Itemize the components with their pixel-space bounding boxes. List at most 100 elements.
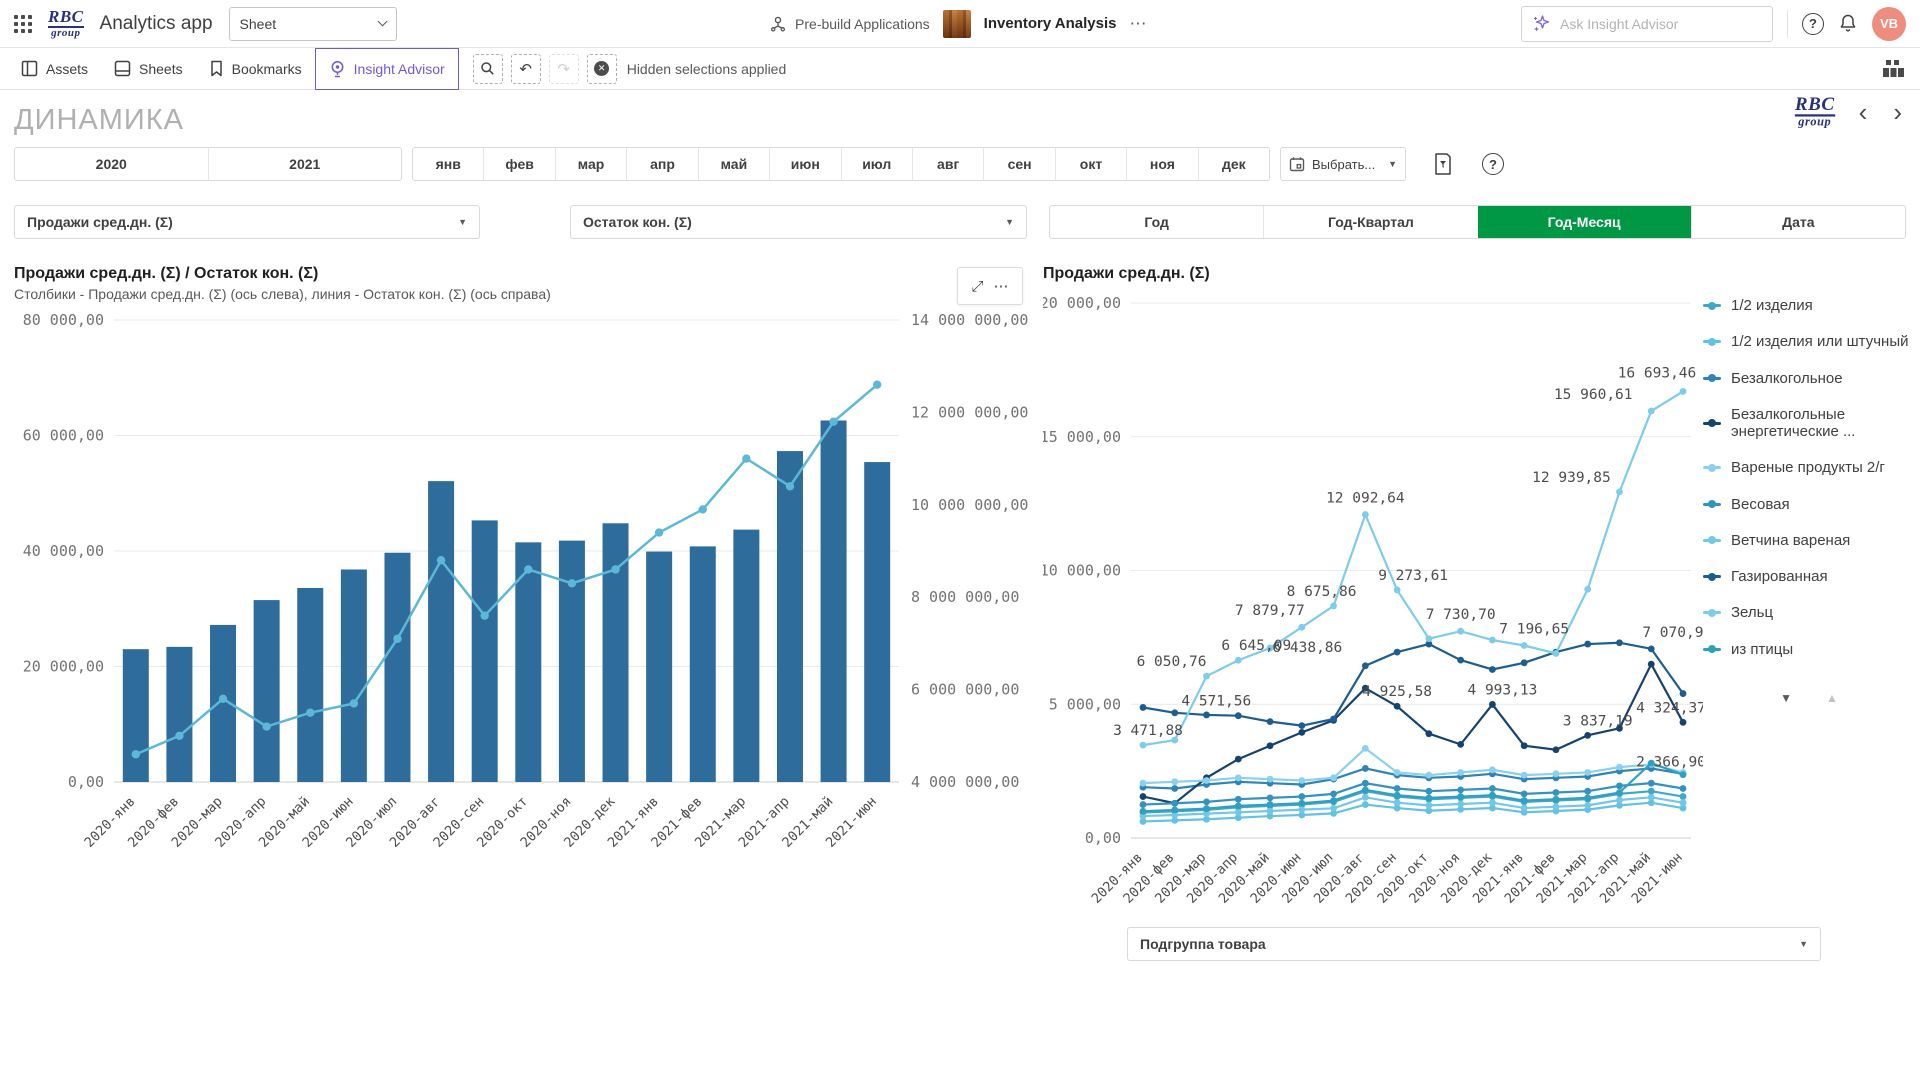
legend-label: Газированная — [1731, 568, 1828, 585]
notifications-bell-icon[interactable] — [1838, 13, 1858, 34]
legend-scroll-up-icon[interactable]: ▲ — [1826, 691, 1838, 705]
svg-text:7 879,77: 7 879,77 — [1235, 603, 1305, 619]
month-cell-10[interactable]: окт — [1055, 148, 1126, 180]
org-icon — [769, 15, 787, 33]
header-left: RBC group Analytics app Sheet — [14, 7, 397, 41]
insight-advisor-icon — [329, 60, 346, 78]
subgroup-dropdown[interactable]: Подгруппа товара ▼ — [1127, 927, 1821, 961]
sheet-help-icon[interactable]: ? — [1482, 153, 1504, 175]
svg-text:4 925,58: 4 925,58 — [1362, 684, 1432, 700]
month-cell-9[interactable]: сен — [983, 148, 1054, 180]
month-cell-8[interactable]: авг — [912, 148, 983, 180]
legend-item[interactable]: Ветчина вареная — [1703, 532, 1915, 549]
insight-advisor-search[interactable]: Ask Insight Advisor — [1521, 6, 1773, 42]
insight-advisor-button[interactable]: Insight Advisor — [315, 48, 459, 90]
month-cell-5[interactable]: май — [698, 148, 769, 180]
expand-icon[interactable]: ⤢ — [971, 278, 983, 295]
legend-scroll-down-icon[interactable]: ▼ — [1780, 691, 1792, 705]
caret-down-icon: ▼ — [1005, 217, 1014, 227]
bookmark-icon — [209, 60, 224, 77]
svg-text:7 070,97: 7 070,97 — [1642, 625, 1703, 641]
legend-label: Безалкогольное — [1731, 370, 1843, 387]
header-right: Ask Insight Advisor ? VB — [1521, 6, 1906, 42]
legend-item[interactable]: 1/2 изделия или штучный — [1703, 333, 1915, 350]
sheet-selector-value: Sheet — [240, 16, 277, 32]
period-button-Дата[interactable]: Дата — [1691, 206, 1905, 238]
legend-item[interactable]: Безалкогольные энергетические ... — [1703, 406, 1915, 441]
chart-more-icon[interactable]: ⋯ — [994, 277, 1009, 295]
month-cell-2[interactable]: фев — [483, 148, 554, 180]
legend-item[interactable]: Зельц — [1703, 604, 1915, 621]
month-cell-11[interactable]: ноя — [1126, 148, 1197, 180]
svg-text:3 837,19: 3 837,19 — [1563, 713, 1633, 729]
month-cell-6[interactable]: июн — [769, 148, 840, 180]
legend-item[interactable]: Безалкогольное — [1703, 370, 1915, 387]
app-menu-icon[interactable] — [14, 15, 32, 33]
rbc-logo-sheet: RBC group — [1795, 94, 1835, 129]
sheet-area: ДИНАМИКА RBC group ‹ › 20202021 янвфевма… — [0, 90, 1920, 961]
selections-doc-icon[interactable] — [1432, 152, 1454, 176]
period-button-Год-Квартал[interactable]: Год-Квартал — [1263, 206, 1477, 238]
page-title: ДИНАМИКА — [14, 96, 184, 137]
month-cell-1[interactable]: янв — [413, 148, 483, 180]
breadcrumb-section[interactable]: Pre-build Applications — [769, 15, 930, 33]
combo-chart-panel: Продажи сред.дн. (Σ) / Остаток кон. (Σ) … — [14, 265, 1029, 961]
sheets-icon — [114, 60, 131, 77]
date-picker-dropdown[interactable]: Выбрать... ▼ — [1280, 147, 1406, 181]
sheet-selector[interactable]: Sheet — [229, 7, 397, 41]
combo-chart-subtitle: Столбики - Продажи сред.дн. (Σ) (ось сле… — [14, 286, 1029, 302]
sheets-button[interactable]: Sheets — [101, 48, 196, 90]
svg-text:12 000 000,00: 12 000 000,00 — [911, 403, 1028, 421]
clear-selections-icon[interactable]: ✕ — [587, 54, 617, 84]
more-menu-icon[interactable]: ⋯ — [1130, 14, 1149, 34]
legend-item[interactable]: Газированная — [1703, 568, 1915, 585]
svg-text:60 000,00: 60 000,00 — [23, 427, 104, 445]
bookmarks-button[interactable]: Bookmarks — [196, 48, 315, 90]
month-cell-7[interactable]: июл — [841, 148, 912, 180]
period-button-Год-Месяц[interactable]: Год-Месяц — [1478, 206, 1691, 238]
help-icon[interactable]: ? — [1802, 13, 1824, 35]
line-chart[interactable]: 0,005 000,0010 000,0015 000,0020 000,003… — [1043, 283, 1703, 923]
app-name[interactable]: Inventory Analysis — [984, 15, 1117, 32]
svg-text:15 960,61: 15 960,61 — [1554, 387, 1633, 403]
svg-text:8 000 000,00: 8 000 000,00 — [911, 588, 1019, 606]
measure2-dropdown[interactable]: Остаток кон. (Σ) ▼ — [570, 205, 1027, 239]
svg-text:0,00: 0,00 — [68, 773, 104, 791]
smart-search-icon[interactable] — [473, 54, 503, 84]
user-avatar[interactable]: VB — [1872, 7, 1906, 41]
year-cell-2021[interactable]: 2021 — [208, 148, 402, 180]
legend-item[interactable]: из птицы — [1703, 641, 1915, 658]
period-button-Год[interactable]: Год — [1050, 206, 1263, 238]
legend-item[interactable]: 1/2 изделия — [1703, 297, 1915, 314]
svg-text:3 471,88: 3 471,88 — [1113, 723, 1183, 739]
year-cell-2020[interactable]: 2020 — [15, 148, 208, 180]
month-cell-3[interactable]: мар — [555, 148, 626, 180]
svg-text:14 000 000,00: 14 000 000,00 — [911, 311, 1028, 329]
legend-marker-icon — [1703, 539, 1721, 542]
svg-text:0,00: 0,00 — [1085, 829, 1121, 847]
svg-text:10 000,00: 10 000,00 — [1043, 562, 1121, 580]
legend-item[interactable]: Вареные продукты 2/г — [1703, 459, 1915, 476]
measure1-dropdown[interactable]: Продажи сред.дн. (Σ) ▼ — [14, 205, 480, 239]
legend-item[interactable]: Весовая — [1703, 496, 1915, 513]
year-filter: 20202021 — [14, 147, 402, 181]
legend-label: 1/2 изделия или штучный — [1731, 333, 1908, 350]
assets-button[interactable]: Assets — [8, 48, 101, 90]
sheet-grid-icon — [1882, 59, 1904, 78]
combo-chart[interactable]: 0,0020 000,0040 000,0060 000,0080 000,00… — [14, 302, 1029, 902]
prev-sheet-arrow[interactable]: ‹ — [1859, 99, 1868, 125]
caret-down-icon: ▼ — [458, 217, 467, 227]
app-title: Analytics app — [100, 13, 213, 35]
app-thumbnail[interactable] — [943, 10, 971, 38]
legend-label: Безалкогольные энергетические ... — [1731, 406, 1915, 441]
month-cell-4[interactable]: апр — [626, 148, 697, 180]
next-sheet-arrow[interactable]: › — [1893, 99, 1902, 125]
period-button-group: ГодГод-КварталГод-МесяцДата — [1049, 205, 1906, 239]
undo-selection-icon[interactable]: ↶ — [511, 54, 541, 84]
svg-text:12 939,85: 12 939,85 — [1532, 470, 1611, 486]
legend-marker-icon — [1703, 340, 1721, 343]
month-cell-12[interactable]: дек — [1198, 148, 1269, 180]
legend-marker-icon — [1703, 304, 1721, 307]
month-filter: янвфевмарапрмайиюниюлавгсеноктноядек — [412, 147, 1270, 181]
sheet-grid-toggle[interactable] — [1882, 59, 1912, 78]
